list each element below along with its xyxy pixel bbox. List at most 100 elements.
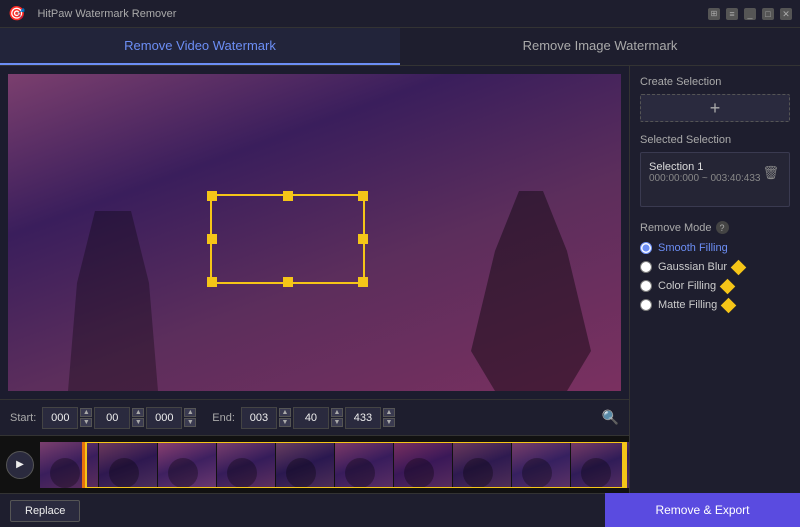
end-seconds[interactable]: [345, 407, 381, 429]
mode-smooth-label: Smooth Filling: [658, 242, 728, 254]
handle-top-right[interactable]: [358, 191, 368, 201]
topbar-icon-2: ≡: [726, 8, 738, 20]
spin-up[interactable]: ▲: [279, 408, 291, 417]
selection-item-info: Selection 1 000:00:000 ~ 003:40:433: [649, 161, 760, 184]
handle-bottom-left[interactable]: [207, 277, 217, 287]
search-frame-button[interactable]: 🔍: [602, 409, 619, 426]
spin-up[interactable]: ▲: [331, 408, 343, 417]
diamond-icon-gaussian: [731, 259, 747, 275]
timeline-thumb-10: [571, 442, 629, 488]
delete-selection-button[interactable]: 🗑: [760, 163, 781, 183]
silhouette-1: [471, 191, 591, 391]
diamond-icon-color: [720, 278, 736, 294]
start-minutes[interactable]: [94, 407, 130, 429]
mode-gaussian-label: Gaussian Blur: [658, 261, 727, 273]
play-button[interactable]: ▶: [6, 451, 34, 479]
export-button[interactable]: Remove & Export: [605, 493, 800, 527]
end-time-input: ▲▼ ▲▼ ▲▼: [241, 407, 395, 429]
timeline-thumb-8: [453, 442, 511, 488]
diamond-icon-matte: [721, 297, 737, 313]
mode-matte[interactable]: Matte Filling: [640, 299, 790, 311]
silhouette-2: [68, 211, 158, 391]
mode-matte-radio[interactable]: [640, 299, 652, 311]
video-preview: [8, 74, 621, 391]
create-selection-title: Create Selection: [640, 76, 790, 88]
start-seconds[interactable]: [146, 407, 182, 429]
handle-right-mid[interactable]: [358, 234, 368, 244]
remove-mode-group: Smooth Filling Gaussian Blur Color Filli…: [640, 242, 790, 311]
time-controls: Start: ▲▼ ▲▼ ▲▼ End: ▲▼ ▲▼ ▲▼ 🔍: [0, 399, 629, 435]
timeline-right-bracket[interactable]: [623, 442, 627, 488]
mode-color-radio[interactable]: [640, 280, 652, 292]
end-minutes[interactable]: [293, 407, 329, 429]
end-hours-spinner[interactable]: ▲▼: [279, 408, 291, 427]
start-minutes-spinner[interactable]: ▲▼: [132, 408, 144, 427]
timeline-thumb-4: [217, 442, 275, 488]
info-icon[interactable]: ?: [716, 221, 729, 234]
handle-left-mid[interactable]: [207, 234, 217, 244]
timeline[interactable]: ▶: [0, 435, 629, 493]
mode-smooth[interactable]: Smooth Filling: [640, 242, 790, 254]
spin-up[interactable]: ▲: [383, 408, 395, 417]
spin-up[interactable]: ▲: [184, 408, 196, 417]
end-minutes-spinner[interactable]: ▲▼: [331, 408, 343, 427]
spin-up[interactable]: ▲: [80, 408, 92, 417]
mode-color[interactable]: Color Filling: [640, 280, 790, 292]
bottom-bar: Replace: [0, 493, 629, 527]
mode-color-label: Color Filling: [658, 280, 716, 292]
maximize-button[interactable]: □: [762, 8, 774, 20]
timeline-thumb-1: [40, 442, 98, 488]
selection-list: Selection 1 000:00:000 ~ 003:40:433 🗑: [640, 152, 790, 207]
timeline-thumb-2: [99, 442, 157, 488]
selection-item-time: 000:00:000 ~ 003:40:433: [649, 173, 760, 184]
topbar-icon-1: ⊞: [708, 8, 720, 20]
start-hours-spinner[interactable]: ▲▼: [80, 408, 92, 427]
app-icon-area: 🎯: [8, 5, 25, 22]
end-seconds-spinner[interactable]: ▲▼: [383, 408, 395, 427]
left-panel: Start: ▲▼ ▲▼ ▲▼ End: ▲▼ ▲▼ ▲▼ 🔍 ▶: [0, 66, 630, 527]
mode-gaussian[interactable]: Gaussian Blur: [640, 261, 790, 273]
timeline-thumb-9: [512, 442, 570, 488]
add-icon: +: [710, 98, 721, 119]
spin-down[interactable]: ▼: [132, 418, 144, 427]
start-seconds-spinner[interactable]: ▲▼: [184, 408, 196, 427]
tab-image[interactable]: Remove Image Watermark: [400, 28, 800, 65]
minimize-button[interactable]: _: [744, 8, 756, 20]
selection-item-name: Selection 1: [649, 161, 760, 173]
spin-up[interactable]: ▲: [132, 408, 144, 417]
video-background: [8, 74, 621, 391]
app-logo-icon: 🎯: [8, 5, 25, 22]
close-button[interactable]: ✕: [780, 8, 792, 20]
spin-down[interactable]: ▼: [331, 418, 343, 427]
tab-bar: Remove Video Watermark Remove Image Wate…: [0, 28, 800, 66]
timeline-thumb-6: [335, 442, 393, 488]
handle-top-left[interactable]: [207, 191, 217, 201]
main-layout: Start: ▲▼ ▲▼ ▲▼ End: ▲▼ ▲▼ ▲▼ 🔍 ▶: [0, 66, 800, 527]
start-hours[interactable]: [42, 407, 78, 429]
end-hours[interactable]: [241, 407, 277, 429]
mode-gaussian-radio[interactable]: [640, 261, 652, 273]
remove-mode-title: Remove Mode ?: [640, 221, 790, 234]
handle-top-mid[interactable]: [283, 191, 293, 201]
right-panel: Create Selection + Selected Selection Se…: [630, 66, 800, 527]
spin-down[interactable]: ▼: [383, 418, 395, 427]
handle-bottom-right[interactable]: [358, 277, 368, 287]
mode-matte-label: Matte Filling: [658, 299, 717, 311]
tab-video[interactable]: Remove Video Watermark: [0, 28, 400, 65]
handle-bottom-mid[interactable]: [283, 277, 293, 287]
spin-down[interactable]: ▼: [279, 418, 291, 427]
spin-down[interactable]: ▼: [184, 418, 196, 427]
playhead-marker[interactable]: [82, 442, 85, 488]
create-selection-button[interactable]: +: [640, 94, 790, 122]
app-title: HitPaw Watermark Remover: [37, 8, 708, 20]
mode-smooth-radio[interactable]: [640, 242, 652, 254]
replace-button[interactable]: Replace: [10, 500, 80, 522]
selection-box[interactable]: [210, 194, 365, 284]
timeline-track[interactable]: [40, 442, 629, 488]
timeline-thumb-3: [158, 442, 216, 488]
timeline-thumb-5: [276, 442, 334, 488]
spin-down[interactable]: ▼: [80, 418, 92, 427]
selected-selection-title: Selected Selection: [640, 134, 790, 146]
window-controls[interactable]: ⊞ ≡ _ □ ✕: [708, 8, 792, 20]
timeline-thumb-7: [394, 442, 452, 488]
